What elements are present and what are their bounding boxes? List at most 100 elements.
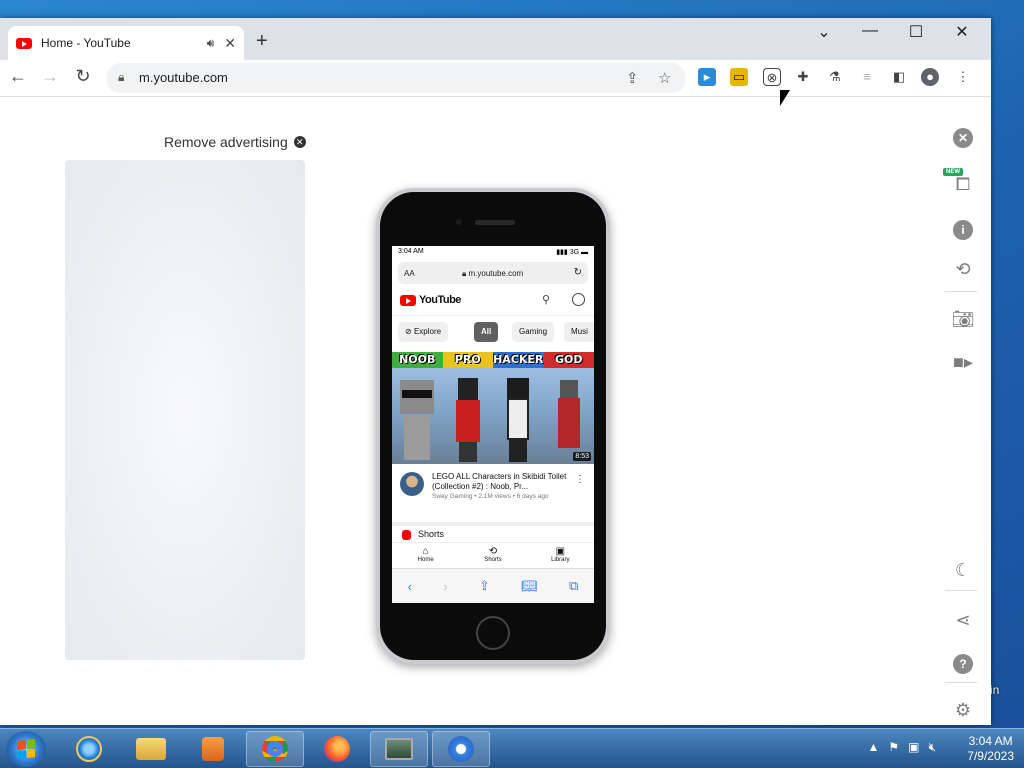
- extension-folder-icon[interactable]: ▭: [730, 68, 748, 86]
- tray-expand-icon[interactable]: ▲: [867, 740, 879, 755]
- tab-search-button[interactable]: ⌄: [804, 22, 844, 42]
- browser-menu-icon[interactable]: ⋮: [954, 68, 972, 86]
- folder-icon: [136, 738, 166, 760]
- video-thumbnail[interactable]: NOOB PRO HACKER GOD 8:53: [392, 352, 594, 464]
- taskbar-monitor-app[interactable]: [370, 731, 428, 767]
- lock-icon[interactable]: 🔒︎: [118, 70, 124, 85]
- start-button[interactable]: [6, 731, 46, 767]
- taskbar-ie[interactable]: [60, 731, 118, 767]
- speaker-icon[interactable]: 🔊︎: [207, 36, 215, 51]
- screenshot-camera-icon[interactable]: 📷︎: [945, 309, 981, 330]
- nav-library[interactable]: ▣ Library: [527, 543, 594, 568]
- new-tab-button[interactable]: +: [256, 30, 268, 53]
- minimize-button[interactable]: —: [850, 22, 890, 40]
- taskbar-media-player[interactable]: [184, 731, 242, 767]
- safari-bookmarks-icon[interactable]: 📖︎: [521, 578, 538, 594]
- safari-address-bar[interactable]: AA 🔒︎ m.youtube.com ↻: [398, 262, 588, 284]
- more-vert-icon[interactable]: ⋮: [575, 474, 585, 485]
- side-panel-icon[interactable]: ◧: [890, 68, 908, 86]
- youtube-header: YouTube ⚲: [392, 286, 594, 316]
- taskbar-firefox[interactable]: [308, 731, 366, 767]
- settings-gear-icon[interactable]: ⚙: [945, 700, 981, 721]
- youtube-favicon-icon: [16, 37, 32, 49]
- remove-ad-link[interactable]: Remove advertising ✕: [164, 134, 306, 150]
- divider: [945, 291, 977, 292]
- safari-reload-icon[interactable]: ↻: [574, 267, 582, 278]
- back-button[interactable]: ←: [6, 66, 30, 87]
- search-icon[interactable]: ⚲: [542, 293, 550, 306]
- network-icon[interactable]: ▣: [908, 740, 919, 755]
- monitor-icon: [385, 738, 413, 760]
- safari-url-text[interactable]: 🔒︎ m.youtube.com: [462, 269, 523, 279]
- close-window-button[interactable]: ✕: [942, 22, 982, 42]
- safari-forward-icon[interactable]: ›: [443, 579, 447, 594]
- shorts-shelf-header: Shorts: [392, 522, 594, 542]
- url-text[interactable]: m.youtube.com: [139, 70, 228, 85]
- tab-youtube[interactable]: Home - YouTube 🔊︎ ✕: [8, 26, 244, 60]
- address-bar[interactable]: 🔒︎ m.youtube.com ⇪ ☆: [106, 63, 686, 93]
- nav-home[interactable]: ⌂ Home: [392, 543, 459, 568]
- account-icon[interactable]: [572, 293, 585, 306]
- channel-avatar[interactable]: [400, 472, 424, 496]
- close-circle-icon[interactable]: ✕: [293, 136, 306, 148]
- share-icon[interactable]: ⇪: [626, 69, 639, 87]
- taskbar: ▲ ⚑ ▣ 🔇︎ 3:04 AM 7/9/2023: [0, 728, 1024, 768]
- lego-bust: [404, 416, 431, 460]
- info-button[interactable]: i: [945, 218, 981, 240]
- help-icon: ?: [953, 654, 973, 674]
- action-center-flag-icon[interactable]: ⚑: [888, 740, 899, 755]
- volume-muted-icon[interactable]: 🔇︎: [928, 740, 936, 755]
- youtube-logo-icon[interactable]: [400, 295, 416, 306]
- nav-shorts[interactable]: ⟲ Shorts: [459, 543, 526, 568]
- chip-music[interactable]: Musi: [564, 322, 594, 342]
- taskbar-explorer[interactable]: [122, 731, 180, 767]
- reload-button[interactable]: ↻: [71, 66, 95, 87]
- chip-all[interactable]: All: [474, 322, 499, 342]
- titan-head: [559, 380, 578, 398]
- clock[interactable]: 3:04 AM 7/9/2023: [967, 734, 1014, 764]
- shorts-icon: [402, 530, 411, 540]
- close-panel-button[interactable]: ✕: [945, 126, 981, 148]
- safari-share-icon[interactable]: ⇪: [479, 578, 490, 594]
- video-meta[interactable]: LEGO ALL Characters in Skibidi Toilet (C…: [392, 468, 594, 516]
- safari-back-icon[interactable]: ‹: [408, 579, 412, 594]
- clock-date: 7/9/2023: [967, 749, 1014, 763]
- extension-video-icon[interactable]: ▸: [698, 68, 716, 86]
- safari-toolbar: ‹ › ⇪ 📖︎ ⧉: [392, 568, 594, 603]
- thumb-label: NOOB: [392, 352, 443, 368]
- video-title[interactable]: LEGO ALL Characters in Skibidi Toilet (C…: [432, 472, 568, 492]
- dark-mode-moon-icon[interactable]: ☾: [945, 560, 981, 581]
- video-record-icon[interactable]: ■▸: [945, 352, 981, 373]
- desktop-icon-label[interactable]: in: [990, 683, 1024, 697]
- taskbar-chrome-2[interactable]: [432, 731, 490, 767]
- info-icon: i: [953, 220, 973, 240]
- ad-placeholder: [65, 160, 305, 660]
- safari-tabs-icon[interactable]: ⧉: [569, 578, 578, 594]
- labs-flask-icon[interactable]: ⚗: [826, 68, 844, 86]
- reader-aa[interactable]: AA: [404, 269, 415, 278]
- home-button[interactable]: [476, 616, 510, 650]
- rotate-icon[interactable]: ⟲: [945, 259, 981, 280]
- maximize-button[interactable]: ☐: [896, 22, 936, 42]
- help-button[interactable]: ?: [945, 652, 981, 674]
- taskbar-chrome[interactable]: [246, 731, 304, 767]
- devices-icon[interactable]: ⧠: [945, 174, 981, 195]
- chip-gaming[interactable]: Gaming: [512, 322, 555, 342]
- extension-close-icon[interactable]: ⊗: [763, 68, 781, 86]
- remove-ad-label: Remove advertising: [164, 134, 288, 150]
- clock-time: 3:04 AM: [968, 734, 1013, 748]
- extensions-puzzle-icon[interactable]: ✚: [794, 68, 812, 86]
- chip-explore[interactable]: ⊘ Explore: [398, 322, 449, 342]
- forward-button[interactable]: →: [38, 66, 62, 87]
- share-icon[interactable]: ⋖: [945, 610, 981, 631]
- profile-avatar-icon[interactable]: ●: [921, 68, 939, 86]
- bookmark-star-icon[interactable]: ☆: [658, 69, 671, 87]
- page-content: Remove advertising ✕ 3:04 AM ▮▮▮ 3G ▬ AA…: [0, 98, 991, 725]
- video-duration: 8:53: [573, 452, 591, 461]
- tab-close-icon[interactable]: ✕: [224, 35, 236, 52]
- internet-explorer-icon: [76, 736, 102, 762]
- phone-frame: 3:04 AM ▮▮▮ 3G ▬ AA 🔒︎ m.youtube.com ↻ Y…: [376, 188, 610, 664]
- media-queue-icon[interactable]: ≡: [858, 68, 876, 86]
- category-chips: ⊘ Explore All Gaming Musi: [392, 316, 594, 346]
- youtube-logo-text[interactable]: YouTube: [419, 294, 461, 306]
